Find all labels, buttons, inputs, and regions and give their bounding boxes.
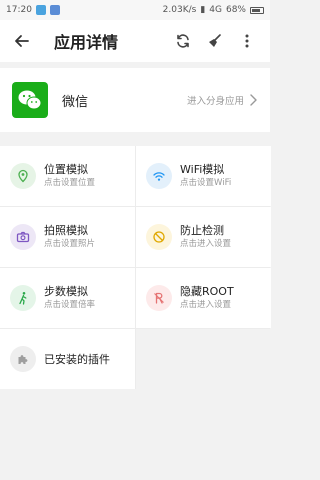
location-icon	[10, 163, 36, 189]
clean-button[interactable]	[202, 28, 228, 54]
enter-clone-app-label: 进入分身应用	[186, 96, 244, 107]
app-info-row[interactable]: 微信 进入分身应用	[0, 68, 270, 132]
back-arrow-icon	[15, 35, 29, 47]
network-type: 4G	[209, 5, 222, 15]
walk-icon	[10, 285, 36, 311]
block-icon	[146, 224, 172, 250]
notification-icon	[35, 5, 46, 15]
wechat-icon	[12, 82, 48, 118]
feature-subtitle: 点击设置照片	[44, 239, 96, 249]
more-menu-button[interactable]	[234, 28, 260, 54]
feature-title: 防止检测	[180, 224, 224, 237]
refresh-icon	[177, 34, 189, 48]
page-title: 应用详情	[54, 33, 119, 52]
feature-subtitle: 点击进入设置	[180, 300, 232, 310]
wifi-icon	[146, 163, 172, 189]
broom-icon	[209, 34, 221, 47]
plugin-icon	[10, 346, 36, 372]
feature-camera[interactable]: 拍照模拟 点击设置照片	[0, 207, 135, 267]
status-bar: 17:20 2.03K/s ▮ 4G 68%	[0, 0, 270, 20]
hide-root-icon	[146, 285, 172, 311]
network-speed: 2.03K/s	[162, 5, 197, 15]
refresh-button[interactable]	[170, 28, 196, 54]
signal-icon: ▮	[200, 5, 206, 15]
enter-clone-app-link[interactable]: 进入分身应用	[187, 93, 258, 107]
back-button[interactable]	[10, 29, 34, 53]
feature-anti-detection[interactable]: 防止检测 点击进入设置	[136, 207, 271, 267]
feature-title: 步数模拟	[44, 285, 88, 298]
feature-subtitle: 点击进入设置	[180, 239, 232, 249]
download-icon	[49, 5, 60, 15]
feature-location[interactable]: 位置模拟 点击设置位置	[0, 146, 135, 206]
feature-hide-root[interactable]: 隐藏ROOT 点击进入设置	[136, 268, 271, 328]
feature-steps[interactable]: 步数模拟 点击设置倍率	[0, 268, 135, 328]
feature-grid: 位置模拟 点击设置位置 WiFi模拟 点击设置WiFi 拍照模拟 点击设置照片 …	[0, 146, 271, 389]
feature-installed-plugins[interactable]: 已安装的插件	[0, 329, 135, 389]
feature-subtitle: 点击设置位置	[44, 178, 96, 188]
battery-icon	[250, 6, 264, 14]
feature-subtitle: 点击设置WiFi	[180, 178, 232, 188]
feature-title: 拍照模拟	[44, 224, 88, 237]
feature-title: 位置模拟	[44, 163, 88, 176]
camera-icon	[10, 224, 36, 250]
feature-subtitle: 点击设置倍率	[44, 300, 96, 310]
feature-title: WiFi模拟	[180, 163, 225, 176]
app-bar: 应用详情	[0, 20, 270, 62]
feature-wifi[interactable]: WiFi模拟 点击设置WiFi	[136, 146, 271, 206]
grid-empty-cell	[136, 329, 271, 389]
battery-level: 68%	[225, 5, 246, 15]
app-name: 微信	[62, 94, 89, 110]
feature-title: 已安装的插件	[44, 352, 110, 366]
status-time: 17:20	[6, 5, 32, 15]
chevron-right-icon	[250, 94, 257, 106]
feature-title: 隐藏ROOT	[180, 285, 234, 298]
more-vertical-icon	[245, 34, 249, 48]
